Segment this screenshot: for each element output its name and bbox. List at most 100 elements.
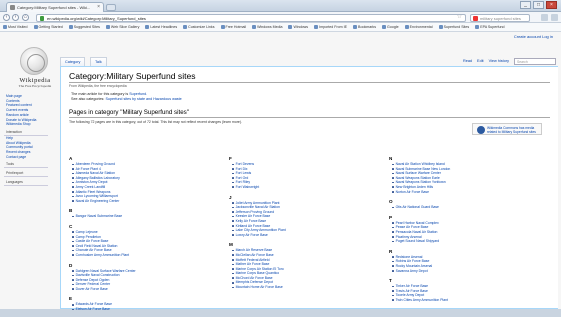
bookmark-item[interactable]: Bookmarks bbox=[353, 25, 376, 29]
category-intro: The main article for this category is Su… bbox=[71, 92, 182, 102]
category-page-link[interactable]: Savanna Army Depot bbox=[389, 269, 545, 274]
browser-tab[interactable]: Category:Military Superfund sites - Wiki… bbox=[6, 2, 104, 12]
bookmark-item[interactable]: Superfund Sites bbox=[438, 25, 469, 29]
tab-view-history[interactable]: View history bbox=[489, 57, 509, 66]
bookmark-icon bbox=[404, 25, 409, 29]
letter-section: N Naval Air Station Whidbey Island Naval S… bbox=[389, 156, 545, 194]
sidebar-header-languages[interactable]: Languages bbox=[4, 180, 48, 187]
letter-section: D Dahlgren Naval Surface Warfare Center Da… bbox=[69, 263, 225, 292]
tab-edit[interactable]: Edit bbox=[477, 57, 484, 66]
category-page-link[interactable]: Naval Air Engineering Center bbox=[69, 199, 225, 204]
site-identity-icon[interactable] bbox=[40, 16, 44, 21]
category-column: A Aberdeen Proving Ground Air Force Plant … bbox=[69, 156, 229, 317]
pages-heading: Pages in category "Military Superfund si… bbox=[69, 109, 550, 119]
window-controls: _ □ × bbox=[520, 1, 557, 9]
browser-search-box[interactable]: military superfund sites bbox=[470, 14, 530, 22]
page-tabs: Category Talk Read Edit View history Sea… bbox=[60, 57, 558, 66]
tab-talk[interactable]: Talk bbox=[90, 57, 107, 66]
back-arrow-icon[interactable]: ‹ bbox=[3, 14, 10, 21]
category-page-link[interactable]: Eielson Air Force Base bbox=[69, 307, 225, 312]
wiki-search-input[interactable]: Search bbox=[514, 58, 556, 65]
home-icon[interactable]: ⌂ bbox=[22, 14, 29, 21]
category-page-link[interactable]: Fort Wainwright bbox=[229, 185, 385, 190]
minimize-button[interactable]: _ bbox=[520, 1, 531, 9]
letter-section: J Joliet Army Ammunition Plant Jacksonvill… bbox=[229, 195, 385, 238]
view-tabs: Read Edit View history Search bbox=[463, 57, 556, 66]
bookmark-item[interactable]: Free Hotmail bbox=[220, 25, 246, 29]
url-text: en.wikipedia.org/wiki/Category:Military_… bbox=[47, 16, 146, 21]
new-tab-button[interactable] bbox=[106, 4, 116, 11]
sidebar-nav: Main page Contents Featured content Curr… bbox=[4, 94, 56, 187]
letter-section: O Otis Air National Guard Base bbox=[389, 199, 545, 210]
bookmark-star-icon[interactable]: ☆ bbox=[457, 15, 462, 21]
category-page-link[interactable]: Dover Air Force Base bbox=[69, 287, 225, 292]
tab-category[interactable]: Category bbox=[60, 57, 86, 66]
letter-section: M March Air Reserve Base McClellan Air For… bbox=[229, 242, 385, 289]
sidebar-item-shop[interactable]: Wikimedia Shop bbox=[4, 122, 56, 127]
bookmark-item[interactable]: EPA Superfund bbox=[475, 25, 505, 29]
tab-read[interactable]: Read bbox=[463, 57, 472, 66]
bookmark-item[interactable]: Getting Started bbox=[33, 25, 63, 29]
category-page-link[interactable]: Mountain Home Air Force Base bbox=[229, 285, 385, 290]
main-article-link[interactable]: Superfund. bbox=[129, 92, 147, 96]
category-page-link[interactable]: Bangor Naval Submarine Base bbox=[69, 214, 225, 219]
site-subtitle: From Wikipedia, the free encyclopedia bbox=[69, 84, 127, 88]
downloads-icon[interactable] bbox=[541, 14, 548, 21]
sidebar-item-contact[interactable]: Contact page bbox=[4, 155, 56, 160]
search-engine-icon[interactable] bbox=[473, 16, 478, 21]
bookmark-icon bbox=[145, 25, 150, 29]
bookmark-icon bbox=[314, 25, 319, 29]
bookmark-item[interactable]: Customize Links bbox=[183, 25, 215, 29]
commons-box[interactable]: Wikimedia Commons has media related to M… bbox=[472, 123, 542, 135]
bookmark-icon bbox=[3, 25, 7, 29]
bookmark-item[interactable]: Suggested Sites bbox=[68, 25, 100, 29]
nav-toolbar: ‹ › ⌂ en.wikipedia.org/wiki/Category:Mil… bbox=[0, 12, 561, 23]
bookmark-icon bbox=[353, 25, 358, 29]
category-page-link[interactable]: Lowry Air Force Base bbox=[229, 233, 385, 238]
wikipedia-globe-icon[interactable] bbox=[20, 47, 48, 75]
bookmark-item[interactable]: Latest Headlines bbox=[145, 25, 177, 29]
commons-icon bbox=[477, 126, 485, 134]
user-links[interactable]: Create account Log in bbox=[514, 34, 553, 39]
bookmark-item[interactable]: Most Visited bbox=[3, 25, 28, 29]
bookmark-item[interactable]: Google bbox=[382, 25, 399, 29]
category-page-link[interactable]: Puget Sound Naval Shipyard bbox=[389, 239, 545, 244]
close-window-button[interactable]: × bbox=[546, 1, 557, 9]
main-content: Category:Military Superfund sites From W… bbox=[60, 66, 558, 311]
bookmark-item[interactable]: Environmental bbox=[404, 25, 433, 29]
category-page-link[interactable]: Twin Cities Army Ammunition Plant bbox=[389, 298, 545, 303]
tab-close-icon[interactable]: × bbox=[97, 3, 100, 12]
favicon-icon bbox=[10, 5, 15, 10]
letter-section: F Fort Devens Fort Dix Fort Lewis Fort Ord Fo… bbox=[229, 156, 385, 190]
letter-section: A Aberdeen Proving Ground Air Force Plant … bbox=[69, 156, 225, 203]
bookmark-icon bbox=[105, 25, 110, 29]
bookmarks-bar: Most Visited Getting Started Suggested S… bbox=[0, 23, 561, 32]
sidebar-header-print[interactable]: Print/export bbox=[4, 171, 48, 178]
bookmark-icon bbox=[183, 25, 188, 29]
see-also-link[interactable]: Superfund sites by state and Hazardous w… bbox=[105, 97, 181, 101]
tab-title: Category:Military Superfund sites - Wiki… bbox=[17, 5, 91, 10]
bookmark-icon bbox=[382, 25, 387, 29]
menu-icon[interactable] bbox=[551, 14, 558, 21]
toolbar-icons bbox=[541, 14, 558, 21]
bookmark-item[interactable]: Windows Media bbox=[252, 25, 282, 29]
category-page-link[interactable]: Otis Air National Guard Base bbox=[389, 205, 545, 210]
wiki-page: Create account Log in Wikipedia The Free… bbox=[0, 32, 561, 311]
title-bar: Category:Military Superfund sites - Wiki… bbox=[0, 0, 561, 12]
bookmark-icon bbox=[68, 25, 73, 29]
category-columns: A Aberdeen Proving Ground Air Force Plant … bbox=[69, 156, 551, 317]
category-column: N Naval Air Station Whidbey Island Naval S… bbox=[389, 156, 549, 317]
bookmark-item[interactable]: Windows bbox=[288, 25, 308, 29]
bookmark-icon bbox=[288, 25, 293, 29]
category-page-link[interactable]: Norton Air Force Base bbox=[389, 190, 545, 195]
address-bar[interactable]: en.wikipedia.org/wiki/Category:Military_… bbox=[36, 14, 466, 22]
letter-section: R Redstone Arsenal Robins Air Force Base Ro… bbox=[389, 249, 545, 273]
sidebar-header-tools[interactable]: Tools bbox=[4, 162, 48, 169]
page-title: Category:Military Superfund sites bbox=[69, 71, 550, 83]
bookmark-item[interactable]: Imported From IE bbox=[314, 25, 347, 29]
maximize-button[interactable]: □ bbox=[533, 1, 544, 9]
forward-arrow-icon[interactable]: › bbox=[12, 14, 19, 21]
bookmark-icon bbox=[33, 25, 38, 29]
category-page-link[interactable]: Cornhusker Army Ammunition Plant bbox=[69, 253, 225, 258]
bookmark-item[interactable]: Web Slice Gallery bbox=[105, 25, 139, 29]
